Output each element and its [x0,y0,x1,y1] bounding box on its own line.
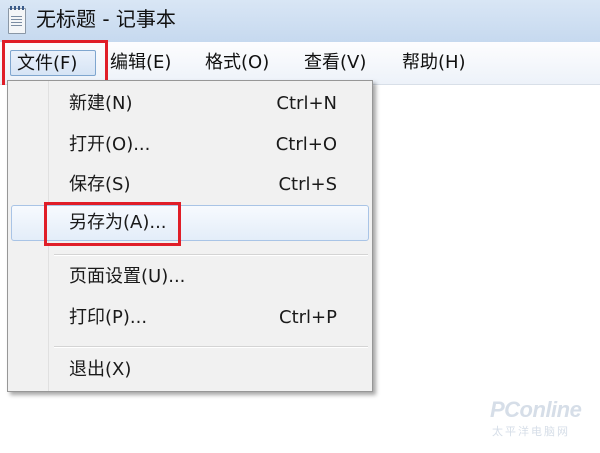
save-as-highlight [44,202,181,246]
menu-item-label: 保存(S) [69,174,131,195]
menu-item-shortcut: Ctrl+O [275,134,337,155]
menu-item-label: 新建(N) [69,93,133,114]
pconline-watermark: PConline 太平洋电脑网 [480,395,598,450]
menu-separator [54,346,368,348]
menu-item-shortcut: Ctrl+N [276,93,337,114]
menu-item-label: 打印(P)... [69,307,148,328]
menu-item-shortcut: Ctrl+P [279,307,337,328]
menu-item-open[interactable]: 打开(O)... Ctrl+O [11,127,369,163]
menu-help[interactable]: 帮助(H) [402,50,466,76]
watermark-subtitle: 太平洋电脑网 [492,425,570,438]
menu-edit[interactable]: 编辑(E) [110,50,171,76]
menu-item-exit[interactable]: 退出(X) [11,352,369,388]
window-title: 无标题 - 记事本 [36,7,176,31]
menu-format[interactable]: 格式(O) [205,50,269,76]
watermark-logo: PConline [490,397,582,422]
menu-view[interactable]: 查看(V) [304,50,366,76]
title-bar: 无标题 - 记事本 [0,0,600,42]
menu-item-new[interactable]: 新建(N) Ctrl+N [11,86,369,122]
menu-item-page-setup[interactable]: 页面设置(U)... [11,259,369,295]
notepad-icon [8,6,26,34]
menu-item-print[interactable]: 打印(P)... Ctrl+P [11,300,369,336]
menu-item-save[interactable]: 保存(S) Ctrl+S [11,167,369,203]
menu-item-label: 退出(X) [69,359,132,380]
menu-item-label: 打开(O)... [69,134,151,155]
menu-separator [54,254,368,256]
menu-item-shortcut: Ctrl+S [278,174,337,195]
menu-item-label: 页面设置(U)... [69,266,186,287]
